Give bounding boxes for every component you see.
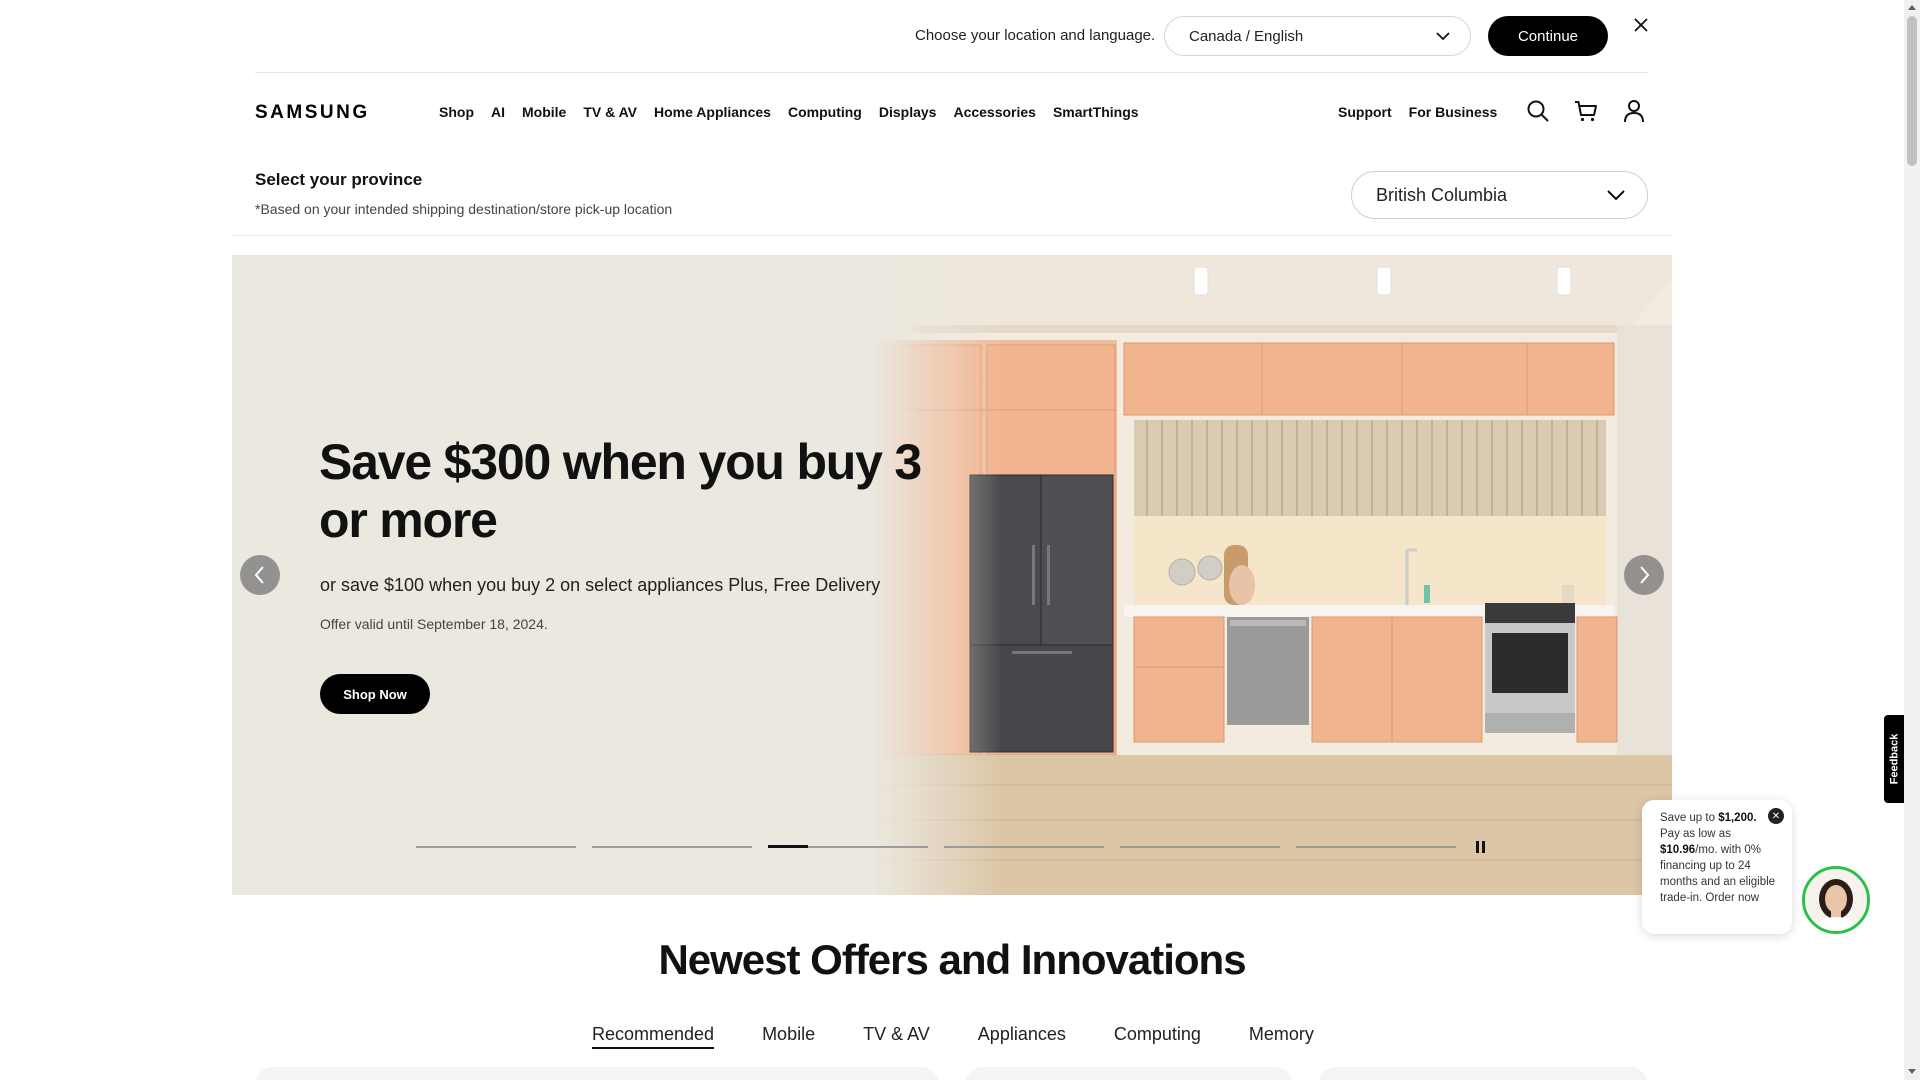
province-note: *Based on your intended shipping destina… xyxy=(255,201,673,217)
chat-order-now[interactable]: Order now xyxy=(1705,892,1759,904)
divider xyxy=(255,72,1648,73)
feedback-label: Feedback xyxy=(1888,733,1900,785)
nav-item-ai[interactable]: AI xyxy=(491,104,505,120)
search-icon[interactable] xyxy=(1525,98,1551,124)
province-dropdown[interactable]: British Columbia xyxy=(1351,171,1648,219)
user-icon[interactable] xyxy=(1621,98,1647,124)
nav-utility-links: Support For Business xyxy=(1338,104,1497,120)
province-selector: Select your province *Based on your inte… xyxy=(255,168,1648,234)
carousel-indicator[interactable] xyxy=(1296,846,1456,848)
scroll-up-arrow[interactable] xyxy=(1908,5,1916,10)
carousel-indicator[interactable] xyxy=(416,846,576,848)
offer-card[interactable] xyxy=(965,1067,1293,1080)
chevron-left-icon xyxy=(254,566,264,584)
close-icon[interactable]: ✕ xyxy=(1768,808,1784,824)
tab-tv-av[interactable]: TV & AV xyxy=(863,1024,930,1049)
scroll-down-arrow[interactable] xyxy=(1908,1069,1916,1074)
feedback-button[interactable]: Feedback xyxy=(1884,715,1904,803)
carousel-prev-button[interactable] xyxy=(240,555,280,595)
tab-mobile[interactable]: Mobile xyxy=(762,1024,815,1049)
nav-item-accessories[interactable]: Accessories xyxy=(953,104,1036,120)
carousel-indicator[interactable] xyxy=(944,846,1104,848)
nav-icons xyxy=(1525,98,1647,124)
chat-amount: $10.96 xyxy=(1660,844,1696,856)
page-scrollbar[interactable] xyxy=(1904,0,1920,1080)
assistant-avatar-icon xyxy=(1805,869,1867,931)
carousel-next-button[interactable] xyxy=(1624,555,1664,595)
cart-icon[interactable] xyxy=(1573,98,1599,124)
nav-item-displays[interactable]: Displays xyxy=(879,104,937,120)
nav-item-shop[interactable]: Shop xyxy=(439,104,474,120)
tab-memory[interactable]: Memory xyxy=(1249,1024,1314,1049)
offer-card[interactable] xyxy=(255,1067,939,1080)
chevron-down-icon xyxy=(1607,185,1625,206)
offers-title: Newest Offers and Innovations xyxy=(658,936,1246,983)
scrollbar-thumb[interactable] xyxy=(1907,16,1917,166)
nav-item-support[interactable]: Support xyxy=(1338,104,1392,120)
chat-text: Save up to xyxy=(1660,812,1719,824)
chat-amount: $1,200. xyxy=(1718,812,1757,824)
chevron-right-icon xyxy=(1640,566,1650,584)
nav-links: Shop AI Mobile TV & AV Home Appliances C… xyxy=(439,104,1139,120)
nav-item-smartthings[interactable]: SmartThings xyxy=(1053,104,1139,120)
chat-assistant-avatar[interactable] xyxy=(1802,866,1870,934)
offer-card[interactable] xyxy=(1318,1067,1648,1080)
main-nav: SAMSUNG Shop AI Mobile TV & AV Home Appl… xyxy=(255,92,1648,134)
locale-select[interactable]: Canada / English xyxy=(1164,16,1471,56)
chat-text: Pay as low as xyxy=(1660,828,1731,840)
locale-bar: Choose your location and language. Canad… xyxy=(0,0,1904,72)
close-icon[interactable] xyxy=(1630,14,1652,36)
offers-tabs: Recommended Mobile TV & AV Appliances Co… xyxy=(592,1024,1314,1049)
hero-headline: Save $300 when you buy 3 or more xyxy=(319,434,922,548)
locale-select-value: Canada / English xyxy=(1189,27,1304,45)
nav-item-tv-av[interactable]: TV & AV xyxy=(583,104,637,120)
nav-item-computing[interactable]: Computing xyxy=(788,104,862,120)
carousel-indicator[interactable] xyxy=(592,846,752,848)
province-dropdown-value: British Columbia xyxy=(1376,184,1508,205)
chevron-down-icon xyxy=(1436,28,1450,45)
nav-item-for-business[interactable]: For Business xyxy=(1409,104,1498,120)
locale-prompt: Choose your location and language. xyxy=(915,27,1156,44)
carousel-indicator-active[interactable] xyxy=(768,845,928,848)
hero-carousel: Save $300 when you buy 3 or more or save… xyxy=(232,255,1672,895)
province-title: Select your province xyxy=(255,170,423,189)
continue-button[interactable]: Continue xyxy=(1488,16,1608,56)
hero-subtext: or save $100 when you buy 2 on select ap… xyxy=(320,575,881,595)
nav-item-mobile[interactable]: Mobile xyxy=(522,104,566,120)
nav-item-home-appliances[interactable]: Home Appliances xyxy=(654,104,771,120)
shop-now-button[interactable]: Shop Now xyxy=(320,674,430,714)
hero-image-fade xyxy=(872,255,1002,895)
tab-appliances[interactable]: Appliances xyxy=(978,1024,1066,1049)
carousel-indicator[interactable] xyxy=(1120,846,1280,848)
tab-computing[interactable]: Computing xyxy=(1114,1024,1201,1049)
samsung-logo[interactable]: SAMSUNG xyxy=(255,102,370,124)
pause-icon[interactable] xyxy=(1472,839,1488,855)
hero-offer-note: Offer valid until September 18, 2024. xyxy=(320,616,548,632)
tab-recommended[interactable]: Recommended xyxy=(592,1024,715,1049)
carousel-indicators xyxy=(416,845,1456,848)
divider xyxy=(232,235,1672,236)
